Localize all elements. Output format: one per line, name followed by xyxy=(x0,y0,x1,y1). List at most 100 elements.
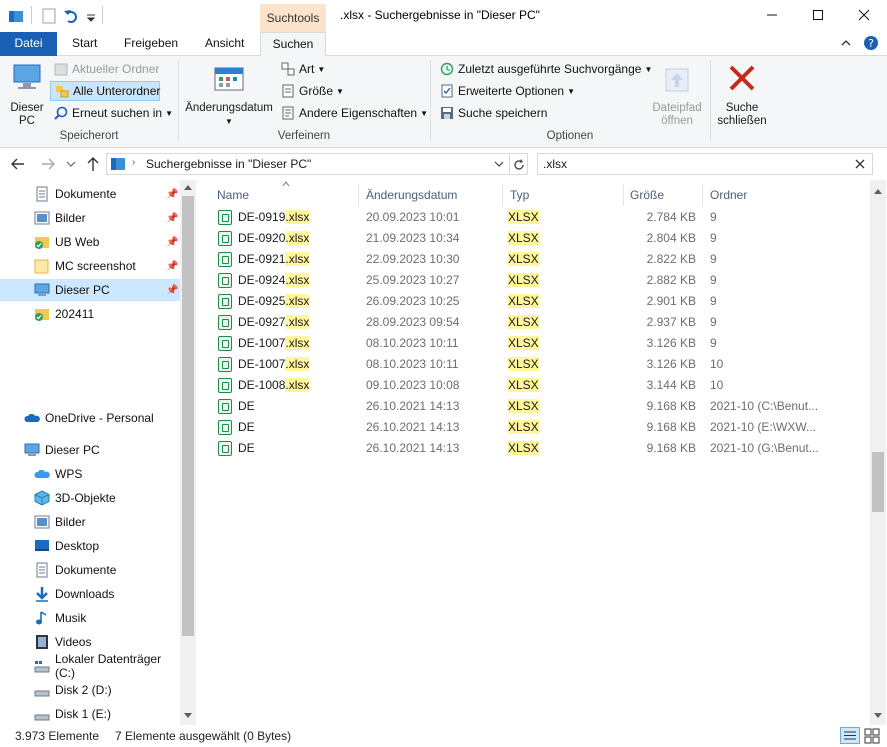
sidebar-item-202411[interactable]: 202411 xyxy=(0,303,180,325)
address-path: Suchergebnisse in "Dieser PC" xyxy=(146,157,312,171)
large-icons-view-icon[interactable] xyxy=(864,728,880,744)
pin-icon[interactable]: 📌 xyxy=(166,213,178,224)
minimize-button[interactable] xyxy=(749,0,795,30)
file-size: 3.144 KB xyxy=(646,378,696,392)
aktueller-ordner-button[interactable]: Aktueller Ordner xyxy=(54,62,159,76)
scroll-down-icon[interactable] xyxy=(874,713,882,719)
sidebar-item-mc-screenshot[interactable]: MC screenshot 📌 xyxy=(0,255,180,277)
size-icon xyxy=(282,84,294,98)
andere-eigenschaften-button[interactable]: Andere Eigenschaften ▼ xyxy=(281,106,428,120)
excel-file-icon xyxy=(218,294,232,309)
excel-file-icon xyxy=(218,378,232,393)
new-folder-quick-icon[interactable] xyxy=(42,8,56,24)
table-row[interactable]: DE 26.10.2021 14:13 XLSX 9.168 KB 2021-10 (E… xyxy=(196,417,870,438)
sidebar-item-laufwerk-d[interactable]: Disk 2 (D:) xyxy=(0,679,180,701)
address-bar[interactable]: › Suchergebnisse in "Dieser PC" xyxy=(106,153,528,175)
table-row[interactable]: DE-0925.xlsx 26.09.2023 10:25 XLSX 2.901 KB… xyxy=(196,291,870,312)
sidebar-item-musik[interactable]: Musik xyxy=(0,607,180,629)
sidebar-item-laufwerk-c[interactable]: Lokaler Datenträger (C:) xyxy=(0,652,180,680)
back-arrow-icon[interactable] xyxy=(10,157,26,171)
sidebar-item-bilder[interactable]: Bilder 📌 xyxy=(0,207,180,229)
zuletzt-suchvorgaenge-button[interactable]: Zuletzt ausgeführte Suchvorgänge ▼ xyxy=(440,62,652,76)
pin-icon[interactable]: 📌 xyxy=(166,189,178,200)
table-row[interactable]: DE 26.10.2021 14:13 XLSX 9.168 KB 2021-10 (G… xyxy=(196,438,870,459)
dateipfad-oeffnen-button[interactable]: Dateipfad öffnen xyxy=(646,60,708,127)
column-header-size[interactable]: Größe xyxy=(630,188,664,202)
sidebar-item-3d-objekte[interactable]: 3D-Objekte xyxy=(0,487,180,509)
search-input[interactable]: .xlsx xyxy=(543,157,567,171)
dieser-pc-button[interactable]: Dieser PC xyxy=(6,60,48,127)
column-header-folder[interactable]: Ordner xyxy=(710,188,747,202)
sidebar-item-dieser-pc-quick[interactable]: Dieser PC 📌 xyxy=(0,279,180,301)
table-row[interactable]: DE 26.10.2021 14:13 XLSX 9.168 KB 2021-10 (C… xyxy=(196,396,870,417)
item-count: 3.973 Elemente xyxy=(15,729,100,743)
folder-sync-icon xyxy=(35,237,49,249)
sidebar-item-laufwerk-e[interactable]: Disk 1 (E:) xyxy=(0,703,180,725)
sidebar-item-desktop[interactable]: Desktop xyxy=(0,535,180,557)
table-row[interactable]: DE-0924.xlsx 25.09.2023 10:27 XLSX 2.882 KB… xyxy=(196,270,870,291)
table-row[interactable]: DE-0921.xlsx 22.09.2023 10:30 XLSX 2.822 KB… xyxy=(196,249,870,270)
scroll-up-icon[interactable] xyxy=(874,188,882,194)
sidebar-item-dokumente[interactable]: Dokumente 📌 xyxy=(0,183,180,205)
sidebar-scroll-thumb[interactable] xyxy=(182,196,194,636)
pin-icon[interactable]: 📌 xyxy=(166,261,178,272)
file-type: XLSX xyxy=(508,336,539,350)
table-row[interactable]: DE-0927.xlsx 28.09.2023 09:54 XLSX 2.937 KB… xyxy=(196,312,870,333)
up-arrow-icon[interactable] xyxy=(86,156,100,172)
picture-icon xyxy=(34,211,50,225)
recent-locations-chevron-icon[interactable] xyxy=(66,160,76,168)
close-button[interactable] xyxy=(841,0,887,30)
search-box[interactable]: .xlsx xyxy=(537,153,873,175)
column-header-type[interactable]: Typ xyxy=(510,188,529,202)
help-icon[interactable]: ? xyxy=(863,35,879,51)
table-row[interactable]: DE-1008.xlsx 09.10.2023 10:08 XLSX 3.144 KB… xyxy=(196,375,870,396)
clear-search-icon[interactable] xyxy=(855,159,865,169)
sidebar-item-dieser-pc[interactable]: Dieser PC xyxy=(0,439,180,461)
refresh-icon[interactable] xyxy=(512,158,526,172)
sidebar-item-onedrive[interactable]: OneDrive - Personal xyxy=(0,407,180,429)
details-view-icon[interactable] xyxy=(840,727,860,744)
table-row[interactable]: DE-0920.xlsx 21.09.2023 10:34 XLSX 2.804 KB… xyxy=(196,228,870,249)
tab-suchen[interactable]: Suchen xyxy=(260,32,326,57)
suche-speichern-button[interactable]: Suche speichern xyxy=(440,106,547,120)
tab-datei[interactable]: Datei xyxy=(0,32,57,56)
file-folder: 10 xyxy=(710,357,724,371)
scroll-up-icon[interactable] xyxy=(184,184,192,190)
maximize-button[interactable] xyxy=(795,0,841,30)
file-name: DE-1007.xlsx xyxy=(238,357,310,371)
table-row[interactable]: DE-1007.xlsx 08.10.2023 10:11 XLSX 3.126 KB… xyxy=(196,354,870,375)
sidebar-item-dokumente-pc[interactable]: Dokumente xyxy=(0,559,180,581)
file-list-scrollbar[interactable] xyxy=(870,180,886,725)
quick-access-dropdown-icon[interactable] xyxy=(86,8,96,24)
sidebar-scrollbar[interactable] xyxy=(180,180,196,725)
sidebar-item-wps[interactable]: WPS xyxy=(0,463,180,485)
scroll-down-icon[interactable] xyxy=(184,713,192,719)
alle-unterordner-button[interactable]: Alle Unterordner xyxy=(50,81,160,101)
column-header-name[interactable]: Name xyxy=(217,188,249,202)
sidebar-item-videos[interactable]: Videos xyxy=(0,631,180,653)
table-row[interactable]: DE-0919.xlsx 20.09.2023 10:01 XLSX 2.784 KB… xyxy=(196,207,870,228)
forward-arrow-icon[interactable] xyxy=(40,157,56,171)
groesse-button[interactable]: Größe ▼ xyxy=(281,84,344,98)
address-dropdown-icon[interactable] xyxy=(494,160,504,168)
sidebar-item-bilder-pc[interactable]: Bilder xyxy=(0,511,180,533)
column-header-date[interactable]: Änderungsdatum xyxy=(366,188,457,202)
navigation-pane: Dokumente 📌 Bilder 📌 UB Web 📌 MC screens… xyxy=(0,180,180,725)
computer-icon xyxy=(13,64,41,89)
file-list-scroll-thumb[interactable] xyxy=(872,452,884,512)
art-button[interactable]: Art ▼ xyxy=(281,62,325,76)
pin-icon[interactable]: 📌 xyxy=(166,285,178,296)
suche-schliessen-button[interactable]: Suche schließen xyxy=(713,60,771,127)
tab-start[interactable]: Start xyxy=(60,32,109,56)
sidebar-item-downloads[interactable]: Downloads xyxy=(0,583,180,605)
pin-icon[interactable]: 📌 xyxy=(166,237,178,248)
erweiterte-optionen-button[interactable]: Erweiterte Optionen ▼ xyxy=(440,84,575,98)
aenderungsdatum-button[interactable]: Änderungsdatum ▼ xyxy=(183,60,275,126)
undo-icon[interactable] xyxy=(63,8,79,24)
tab-ansicht[interactable]: Ansicht xyxy=(193,32,256,56)
collapse-ribbon-icon[interactable] xyxy=(840,37,852,49)
table-row[interactable]: DE-1007.xlsx 08.10.2023 10:11 XLSX 3.126 KB… xyxy=(196,333,870,354)
tab-freigeben[interactable]: Freigeben xyxy=(112,32,190,56)
erneut-suchen-button[interactable]: Erneut suchen in ▼ xyxy=(54,106,173,120)
sidebar-item-ub-web[interactable]: UB Web 📌 xyxy=(0,231,180,253)
